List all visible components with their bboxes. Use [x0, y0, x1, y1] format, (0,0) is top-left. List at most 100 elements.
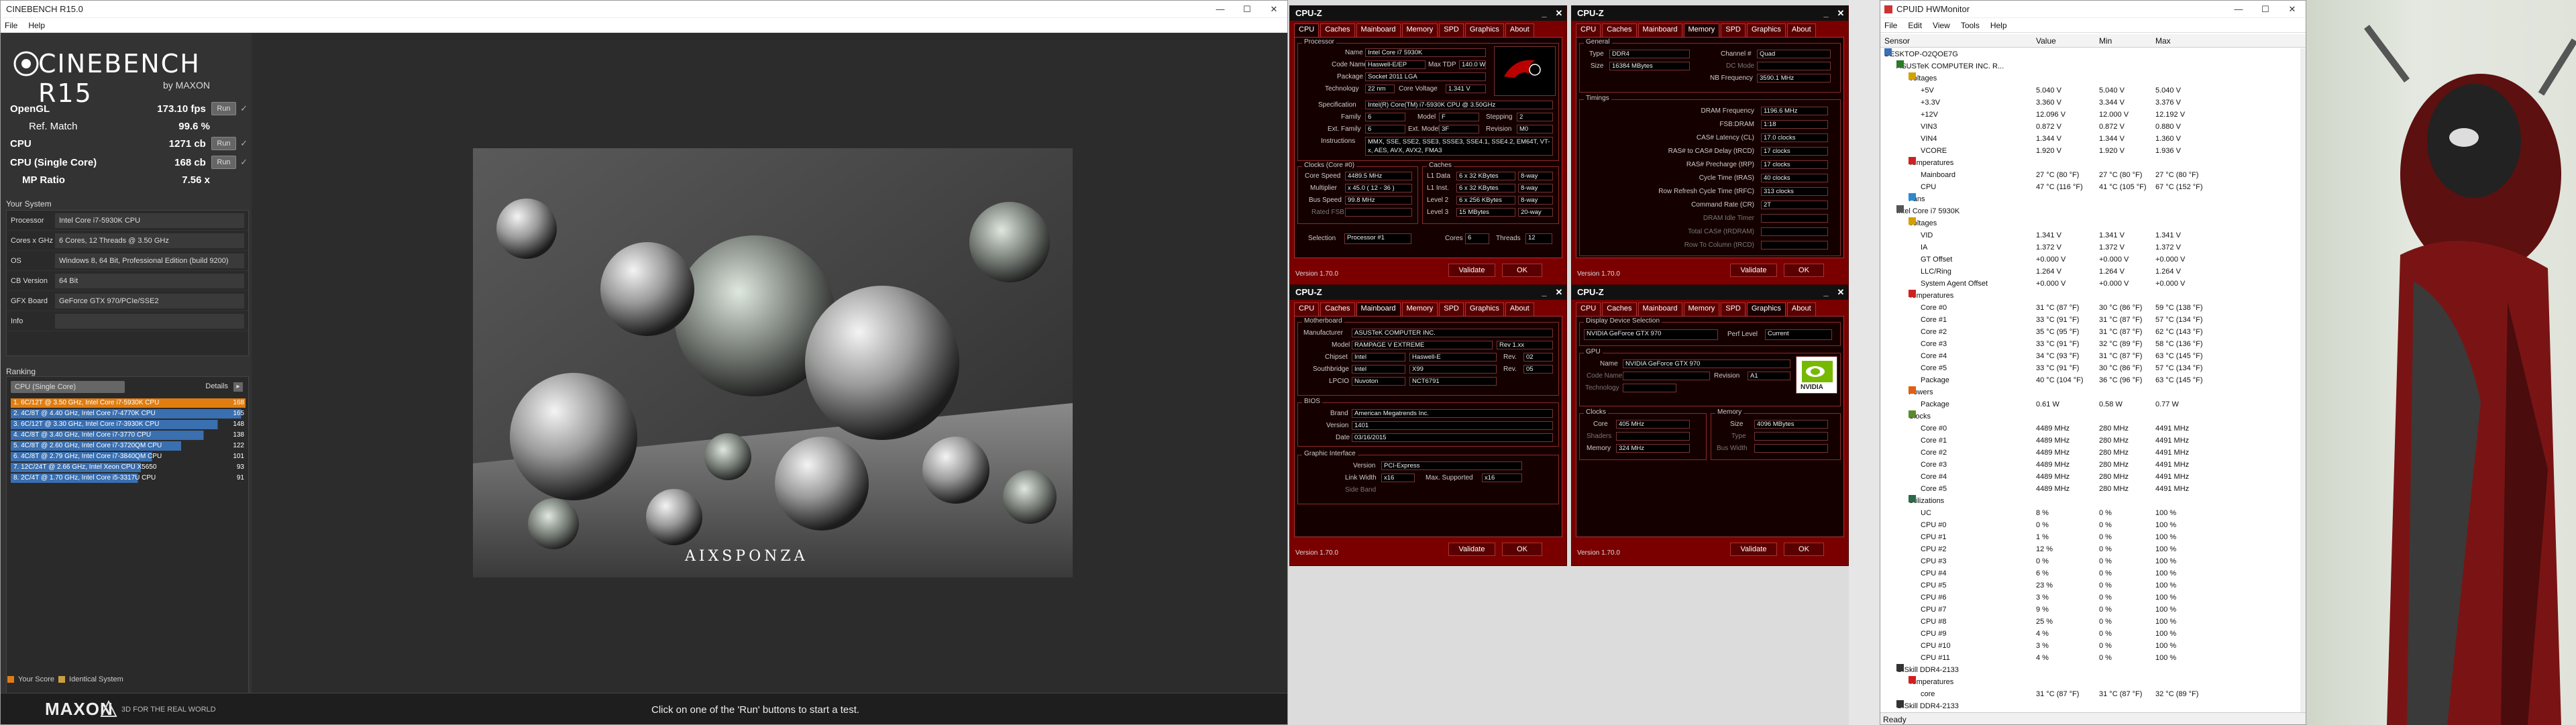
tab-spd[interactable]: SPD [1721, 302, 1746, 316]
processor-select[interactable]: Processor #1 [1344, 233, 1411, 244]
sensor-row[interactable]: Core #4 4489 MHz 280 MHz 4491 MHz [1880, 471, 2300, 483]
column-max[interactable]: Max [2155, 36, 2171, 46]
sensor-row[interactable]: Package 0.61 W 0.58 W 0.77 W [1880, 398, 2300, 410]
close-button[interactable]: ✕ [1833, 285, 1848, 300]
validate-button[interactable]: Validate [1730, 543, 1777, 556]
sensor-row[interactable]: CPU 47 °C (116 °F) 41 °C (105 °F) 67 °C (15… [1880, 181, 2300, 193]
perf-level-select[interactable]: Current [1765, 329, 1832, 340]
ranking-row[interactable]: 2. 4C/8T @ 4.40 GHz, Intel Core i7-4770K… [11, 409, 246, 419]
run-cpu-button[interactable]: Run [211, 137, 237, 150]
sensor-row[interactable]: Core #3 33 °C (91 °F) 32 °C (89 °F) 58 °C (… [1880, 338, 2300, 350]
tab-mainboard[interactable]: Mainboard [1638, 302, 1682, 316]
validate-button[interactable]: Validate [1448, 543, 1495, 556]
ok-button[interactable]: OK [1502, 264, 1542, 277]
sensor-row[interactable]: Core #4 34 °C (93 °F) 31 °C (87 °F) 63 °C (… [1880, 350, 2300, 362]
sensor-row[interactable]: ⊟ Temperatures [1880, 290, 2300, 302]
sensor-row[interactable]: LLC/Ring 1.264 V 1.264 V 1.264 V [1880, 266, 2300, 278]
ranking-row[interactable]: 6. 4C/8T @ 2.79 GHz, Intel Core i7-3840Q… [11, 452, 246, 461]
sensor-row[interactable]: VIN4 1.344 V 1.344 V 1.360 V [1880, 133, 2300, 145]
sensor-row[interactable]: ⊟ Powers [1880, 386, 2300, 398]
tab-graphics[interactable]: Graphics [1464, 23, 1504, 37]
sensor-row[interactable]: CPU #8 25 % 0 % 100 % [1880, 616, 2300, 628]
sensor-row[interactable]: Core #0 4489 MHz 280 MHz 4491 MHz [1880, 423, 2300, 435]
tab-mainboard[interactable]: Mainboard [1638, 23, 1682, 37]
ok-button[interactable]: OK [1502, 543, 1542, 556]
sensor-row[interactable]: CPU #10 3 % 0 % 100 % [1880, 640, 2300, 652]
sensor-row[interactable]: CPU #4 6 % 0 % 100 % [1880, 567, 2300, 579]
sensor-row[interactable]: CPU #11 4 % 0 % 100 % [1880, 652, 2300, 664]
ranking-row[interactable]: 7. 12C/24T @ 2.66 GHz, Intel Xeon CPU X5… [11, 463, 246, 472]
tab-cpu[interactable]: CPU [1294, 302, 1320, 316]
sensor-row[interactable]: Core #2 4489 MHz 280 MHz 4491 MHz [1880, 447, 2300, 459]
sensor-row[interactable]: Core #5 33 °C (91 °F) 30 °C (86 °F) 57 °C (… [1880, 362, 2300, 374]
column-value[interactable]: Value [2036, 36, 2056, 46]
minimize-button[interactable]: _ [1537, 285, 1552, 300]
details-arrow-icon[interactable]: ▸ [233, 382, 243, 392]
display-device-select[interactable]: NVIDIA GeForce GTX 970 [1584, 329, 1718, 340]
column-min[interactable]: Min [2099, 36, 2112, 46]
tab-about[interactable]: About [1505, 23, 1534, 37]
sensor-row[interactable]: +12V 12.096 V 12.000 V 12.192 V [1880, 109, 2300, 121]
close-button[interactable]: ✕ [1833, 6, 1848, 21]
ranking-row[interactable]: 4. 4C/8T @ 3.40 GHz, Intel Core i7-3770 … [11, 431, 246, 440]
close-button[interactable]: ✕ [1260, 1, 1287, 18]
sensor-row[interactable]: ⊟ G.Skill DDR4-2133 [1880, 664, 2300, 676]
sensor-row[interactable]: Mainboard 27 °C (80 °F) 27 °C (80 °F) 27 °C… [1880, 169, 2300, 181]
tab-graphics[interactable]: Graphics [1464, 302, 1504, 316]
sensor-row[interactable]: ⊟ DESKTOP-O2QOE7G [1880, 48, 2300, 60]
sensor-row[interactable]: VID 1.341 V 1.341 V 1.341 V [1880, 229, 2300, 241]
sensor-row[interactable]: UC 8 % 0 % 100 % [1880, 507, 2300, 519]
sensor-row[interactable]: VIN3 0.872 V 0.872 V 0.880 V [1880, 121, 2300, 133]
sensor-row[interactable]: CPU #1 1 % 0 % 100 % [1880, 531, 2300, 543]
system-value[interactable] [55, 313, 244, 329]
sensor-row[interactable]: VCORE 1.920 V 1.920 V 1.936 V [1880, 145, 2300, 157]
maximize-button[interactable]: ☐ [1234, 1, 1260, 18]
tab-caches[interactable]: Caches [1602, 23, 1637, 37]
ranking-row[interactable]: 3. 6C/12T @ 3.30 GHz, Intel Core i7-3930… [11, 420, 246, 429]
sensor-row[interactable]: Core #1 4489 MHz 280 MHz 4491 MHz [1880, 435, 2300, 447]
validate-button[interactable]: Validate [1730, 264, 1777, 277]
run-opengl-button[interactable]: Run [211, 102, 237, 115]
validate-button[interactable]: Validate [1448, 264, 1495, 277]
sensor-row[interactable]: CPU #0 0 % 0 % 100 % [1880, 519, 2300, 531]
sensor-row[interactable]: Package 40 °C (104 °F) 36 °C (96 °F) 63 °C … [1880, 374, 2300, 386]
minimize-button[interactable]: _ [1819, 285, 1833, 300]
ranking-row[interactable]: 5. 4C/8T @ 2.60 GHz, Intel Core i7-3720Q… [11, 441, 246, 451]
sensor-row[interactable]: core 31 °C (87 °F) 31 °C (87 °F) 32 °C (89 … [1880, 688, 2300, 700]
menu-file[interactable]: File [1884, 21, 1897, 30]
tab-memory[interactable]: Memory [1401, 23, 1438, 37]
sensor-row[interactable]: ⊟ Temperatures [1880, 676, 2300, 688]
sensor-row[interactable]: Core #5 4489 MHz 280 MHz 4491 MHz [1880, 483, 2300, 495]
tab-caches[interactable]: Caches [1320, 302, 1355, 316]
sensor-row[interactable]: CPU #9 4 % 0 % 100 % [1880, 628, 2300, 640]
tab-about[interactable]: About [1505, 302, 1534, 316]
sensor-row[interactable]: IA 1.372 V 1.372 V 1.372 V [1880, 241, 2300, 254]
tab-memory[interactable]: Memory [1683, 302, 1720, 316]
sensor-row[interactable]: GT Offset +0.000 V +0.000 V +0.000 V [1880, 254, 2300, 266]
ranking-row[interactable]: 8. 2C/4T @ 1.70 GHz, Intel Core i5-3317U… [11, 473, 246, 483]
tab-mainboard[interactable]: Mainboard [1356, 23, 1401, 37]
sensor-row[interactable]: ⊟ Fans [1880, 193, 2300, 205]
tab-caches[interactable]: Caches [1320, 23, 1355, 37]
tab-cpu[interactable]: CPU [1576, 23, 1601, 37]
sensor-row[interactable]: CPU #5 23 % 0 % 100 % [1880, 579, 2300, 592]
menu-help[interactable]: Help [1990, 21, 2007, 30]
close-button[interactable]: ✕ [1552, 6, 1566, 21]
sensor-row[interactable]: +5V 5.040 V 5.040 V 5.040 V [1880, 85, 2300, 97]
column-sensor[interactable]: Sensor [1884, 36, 1910, 46]
menu-edit[interactable]: Edit [1908, 21, 1922, 30]
ok-button[interactable]: OK [1784, 543, 1824, 556]
sensor-row[interactable]: Core #0 31 °C (87 °F) 30 °C (86 °F) 59 °C (… [1880, 302, 2300, 314]
ok-button[interactable]: OK [1784, 264, 1824, 277]
ranking-select[interactable]: CPU (Single Core) [11, 381, 125, 393]
minimize-button[interactable]: — [2225, 1, 2252, 18]
close-button[interactable]: ✕ [2279, 1, 2306, 18]
minimize-button[interactable]: _ [1537, 6, 1552, 21]
tab-graphics[interactable]: Graphics [1746, 23, 1786, 37]
tab-memory[interactable]: Memory [1401, 302, 1438, 316]
sensor-row[interactable]: ⊟ Intel Core i7 5930K [1880, 205, 2300, 217]
ranking-row[interactable]: 1. 6C/12T @ 3.50 GHz, Intel Core i7-5930… [11, 398, 246, 408]
menu-view[interactable]: View [1933, 21, 1950, 30]
minimize-button[interactable]: — [1207, 1, 1234, 18]
run-cpu-single-button[interactable]: Run [211, 156, 237, 169]
